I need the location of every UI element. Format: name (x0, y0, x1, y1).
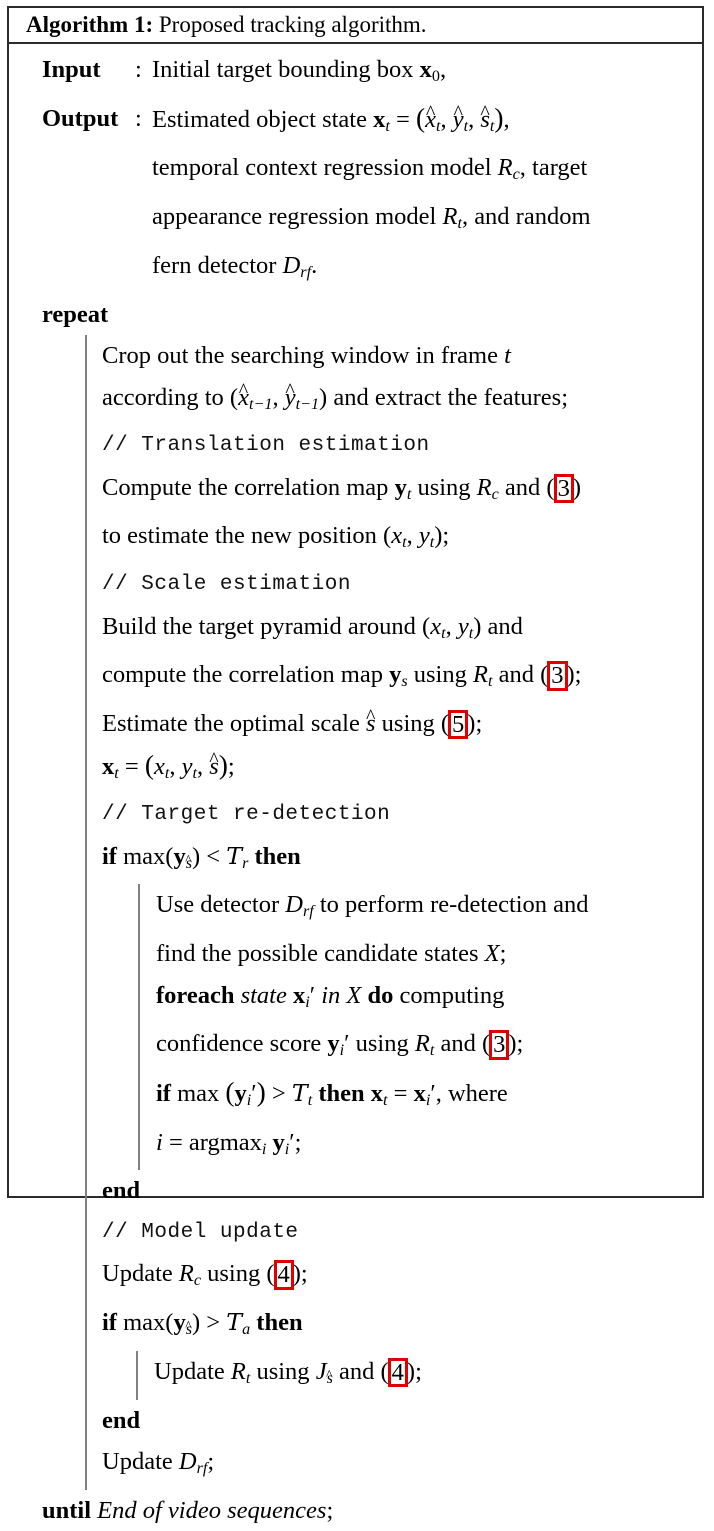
algorithm-body: Input : Initial target bounding box x0, … (9, 44, 702, 1531)
repeat-keyword: repeat (42, 300, 109, 328)
input-row: Input : Initial target bounding box x0, (42, 49, 702, 98)
line-build-pyramid: Build the target pyramid around (xt, yt)… (102, 612, 523, 642)
comment-target-redetection: // Target re-detection (102, 803, 391, 827)
output-line-2: temporal context regression model Rc, ta… (152, 154, 588, 184)
comment-scale-estimation: // Scale estimation (102, 573, 351, 597)
if-model-update-body: Update Rt using J ^ s and (4); (102, 1350, 702, 1400)
line-estimate-new-position: to estimate the new position (xt, yt); (102, 522, 450, 552)
indent-bar-level-2 (138, 884, 140, 1171)
output-line-3: appearance regression model Rt, and rand… (152, 203, 591, 233)
equation-ref-5[interactable]: 5 (448, 710, 469, 740)
input-value: Initial target bounding box x0, (152, 56, 447, 86)
line-if-max-greater-than-ta: if max(y ^ s) > Ta then (102, 1308, 303, 1339)
indent-bar-level-1 (85, 335, 87, 1490)
line-update-detector: Update Drf; (102, 1448, 215, 1478)
end-redetection-block: end (102, 1177, 141, 1205)
line-compute-correlation-map-yt: Compute the correlation map yt using Rc … (102, 473, 582, 503)
line-use-detector: Use detector Drf to perform re-detection… (156, 891, 589, 921)
algorithm-box: Algorithm 1: Proposed tracking algorithm… (7, 6, 704, 1524)
input-label: Input (42, 56, 101, 83)
line-update-rc: Update Rc using (4); (102, 1260, 308, 1290)
line-crop-window: Crop out the searching window in frame t (102, 342, 511, 370)
input-colon: : (135, 56, 142, 83)
line-estimate-optimal-scale: Estimate the optimal scale ^ s using (5); (102, 706, 483, 740)
line-update-rt: Update Rt using J ^ s and (4); (154, 1357, 422, 1388)
end-model-update-block: end (102, 1406, 141, 1434)
until-line: until End of video sequences; (42, 1496, 334, 1524)
line-foreach-state: foreach state xi′ in X do computing (156, 981, 505, 1011)
if-redetection-body: Use detector Drf to perform re-detection… (102, 884, 702, 1171)
equation-ref-3-scale[interactable]: 3 (547, 661, 568, 691)
algorithm-title: Algorithm 1: Proposed tracking algorithm… (9, 8, 702, 44)
line-state-assignment: xt = (xt, yt, ^ s); (102, 748, 235, 782)
equation-ref-4[interactable]: 4 (273, 1260, 294, 1290)
io-block: Input : Initial target bounding box x0, … (9, 49, 702, 294)
output-row: Output : Estimated object state xt = (^ x… (42, 98, 702, 148)
repeat-block: repeat Crop out the searching window in … (9, 294, 702, 1531)
line-find-candidates: find the possible candidate states X; (156, 940, 507, 968)
algorithm-number: Algorithm 1: (26, 12, 154, 37)
equation-ref-3[interactable]: 3 (553, 473, 574, 503)
line-according-to: according to (^ xt−1, ^ yt−1) and extract … (102, 379, 569, 413)
comment-model-update: // Model update (102, 1220, 299, 1244)
equation-ref-3-confidence[interactable]: 3 (489, 1030, 510, 1060)
indent-bar-level-3 (136, 1350, 138, 1400)
line-if-max-greater-than-tt: if max (yi′) > Tt then xt = xi′, where (156, 1077, 508, 1110)
output-value: Estimated object state xt = (^ xt, ^ yt, ^… (152, 101, 510, 135)
line-confidence-score: confidence score yi′ using Rt and (3); (156, 1030, 524, 1060)
repeat-body: Crop out the searching window in frame t… (42, 335, 702, 1490)
line-if-max-less-than-tr: if max(y ^ s) < Tr then (102, 841, 301, 872)
output-line-4: fern detector Drf. (152, 251, 318, 282)
equation-ref-4-appearance[interactable]: 4 (387, 1357, 408, 1388)
line-argmax-index: i = argmaxi yi′; (156, 1128, 302, 1158)
output-label: Output (42, 104, 119, 132)
algorithm-caption: Proposed tracking algorithm. (158, 12, 427, 37)
output-colon: : (135, 104, 142, 132)
line-compute-correlation-map-ys: compute the correlation map ys using Rt … (102, 661, 582, 691)
comment-translation-estimation: // Translation estimation (102, 434, 430, 458)
